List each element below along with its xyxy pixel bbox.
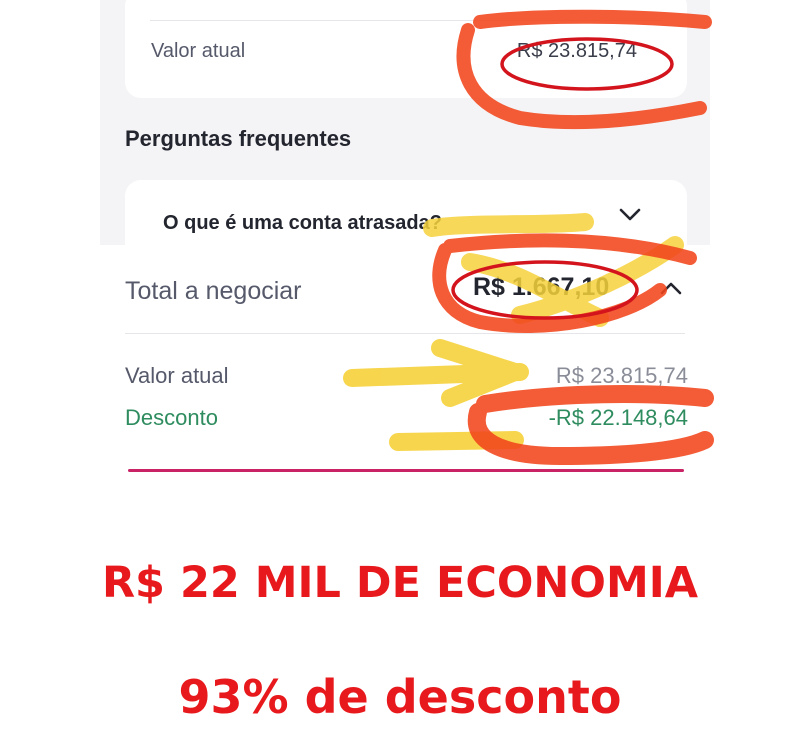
discount-label: Desconto (125, 405, 218, 430)
headline-savings: R$ 22 MIL DE ECONOMIA (101, 558, 699, 608)
negotiation-summary: Total a negociar R$ 1.667,10 Valor atual… (100, 245, 710, 473)
faq-heading: Perguntas frequentes (125, 126, 352, 151)
current-value-label: Valor atual (151, 40, 246, 62)
discount-amount: -R$ 22.148,64 (548, 405, 688, 430)
summary-divider (125, 333, 685, 334)
faq-item[interactable]: O que é uma conta atrasada? (125, 180, 687, 245)
card-divider (150, 20, 662, 21)
faq-question: O que é uma conta atrasada? (163, 212, 442, 234)
accent-divider (128, 469, 684, 472)
total-to-negotiate-amount: R$ 1.667,10 (473, 273, 610, 301)
original-value-label: Valor atual (125, 363, 229, 388)
chevron-up-icon[interactable] (660, 281, 682, 300)
total-to-negotiate-label: Total a negociar (125, 277, 302, 305)
current-value-card: Valor atual R$ 23.815,74 (125, 0, 687, 98)
current-value-amount: R$ 23.815,74 (516, 40, 637, 62)
chevron-down-icon[interactable] (619, 208, 641, 227)
app-screen-top: Valor atual R$ 23.815,74 Perguntas frequ… (100, 0, 710, 245)
subline-discount: 93% de desconto (178, 670, 622, 724)
original-value-amount: R$ 23.815,74 (555, 363, 688, 388)
